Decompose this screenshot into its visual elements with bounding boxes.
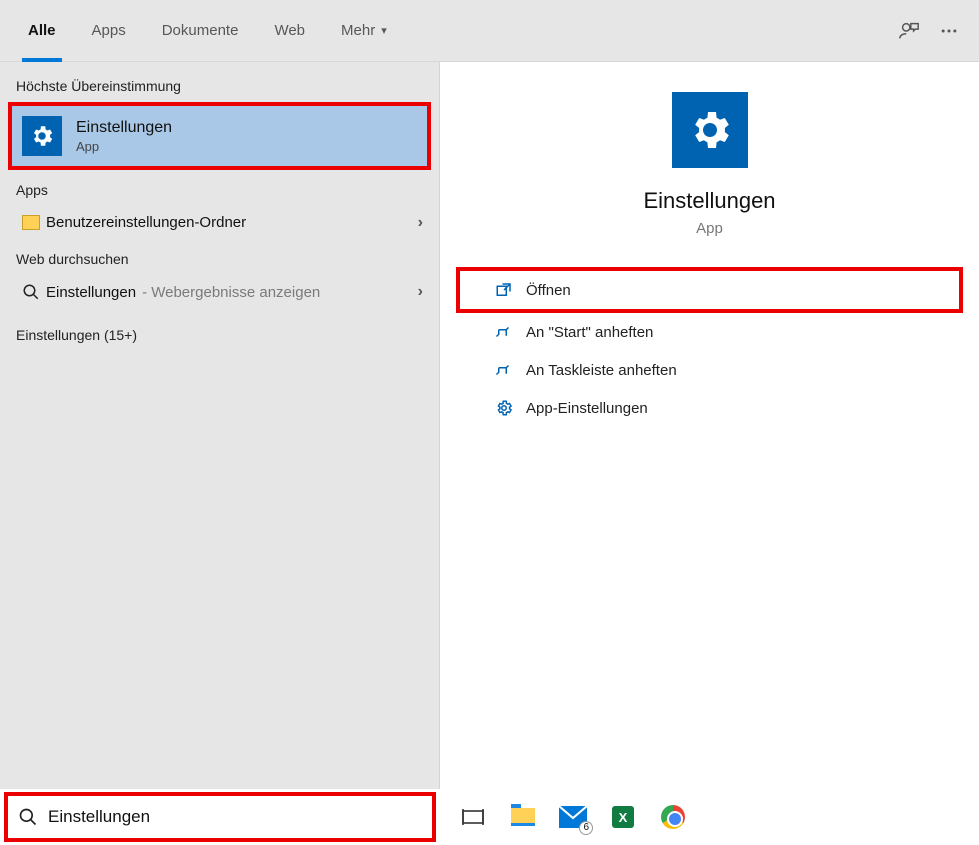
action-open-label: Öffnen	[526, 282, 571, 299]
apps-label: Apps	[0, 172, 439, 204]
action-app-settings[interactable]: App-Einstellungen	[460, 389, 959, 427]
search-tabs: Alle Apps Dokumente Web Mehr ▾	[0, 0, 979, 62]
apps-result-item[interactable]: Benutzereinstellungen-Ordner ›	[0, 204, 439, 241]
pin-icon	[490, 361, 518, 379]
file-explorer-icon[interactable]	[508, 802, 538, 832]
tab-apps-label: Apps	[92, 22, 126, 39]
action-pin-taskbar[interactable]: An Taskleiste anheften	[460, 351, 959, 389]
web-result-sub: - Webergebnisse anzeigen	[142, 284, 320, 301]
chrome-icon[interactable]	[658, 802, 688, 832]
search-icon	[18, 807, 38, 827]
search-box[interactable]	[4, 792, 436, 842]
tab-all-label: Alle	[28, 22, 56, 39]
web-result-label: Einstellungen	[46, 284, 136, 301]
results-pane: Höchste Übereinstimmung Einstellungen Ap…	[0, 62, 440, 789]
apps-result-label: Benutzereinstellungen-Ordner	[46, 214, 246, 231]
action-app-settings-label: App-Einstellungen	[526, 400, 648, 417]
gear-icon	[490, 399, 518, 417]
more-options-icon[interactable]	[929, 11, 969, 51]
mail-icon[interactable]: 6	[558, 802, 588, 832]
task-view-icon[interactable]	[458, 802, 488, 832]
tab-more[interactable]: Mehr ▾	[323, 0, 405, 62]
detail-subtitle: App	[696, 220, 723, 237]
tab-apps[interactable]: Apps	[74, 0, 144, 62]
action-pin-start-label: An "Start" anheften	[526, 324, 653, 341]
tab-all[interactable]: Alle	[10, 0, 74, 62]
gear-icon	[672, 92, 748, 168]
search-input[interactable]	[48, 807, 422, 827]
settings-more-label[interactable]: Einstellungen (15+)	[0, 311, 439, 349]
action-pin-taskbar-label: An Taskleiste anheften	[526, 362, 677, 379]
feedback-icon[interactable]	[889, 11, 929, 51]
search-icon	[16, 283, 46, 301]
action-pin-start[interactable]: An "Start" anheften	[460, 313, 959, 351]
mail-badge: 6	[579, 821, 593, 835]
folder-icon	[16, 215, 46, 230]
pin-icon	[490, 323, 518, 341]
best-match-title: Einstellungen	[76, 119, 172, 137]
tab-documents-label: Dokumente	[162, 22, 239, 39]
detail-title: Einstellungen	[643, 188, 775, 214]
tab-web[interactable]: Web	[256, 0, 323, 62]
best-match-item[interactable]: Einstellungen App	[8, 102, 431, 170]
excel-icon[interactable]: X	[608, 802, 638, 832]
detail-pane: Einstellungen App Öffnen An "Start" anhe…	[440, 62, 979, 789]
taskbar: 6 X	[0, 789, 979, 845]
chevron-right-icon: ›	[418, 283, 423, 301]
tab-more-label: Mehr	[341, 22, 375, 39]
best-match-label: Höchste Übereinstimmung	[0, 68, 439, 100]
chevron-down-icon: ▾	[381, 24, 387, 37]
web-label: Web durchsuchen	[0, 241, 439, 273]
chevron-right-icon: ›	[418, 214, 423, 232]
tab-web-label: Web	[274, 22, 305, 39]
web-result-item[interactable]: Einstellungen - Webergebnisse anzeigen ›	[0, 273, 439, 311]
gear-icon	[22, 116, 62, 156]
tab-documents[interactable]: Dokumente	[144, 0, 257, 62]
open-icon	[490, 281, 518, 299]
best-match-subtitle: App	[76, 139, 172, 154]
action-open[interactable]: Öffnen	[456, 267, 963, 313]
